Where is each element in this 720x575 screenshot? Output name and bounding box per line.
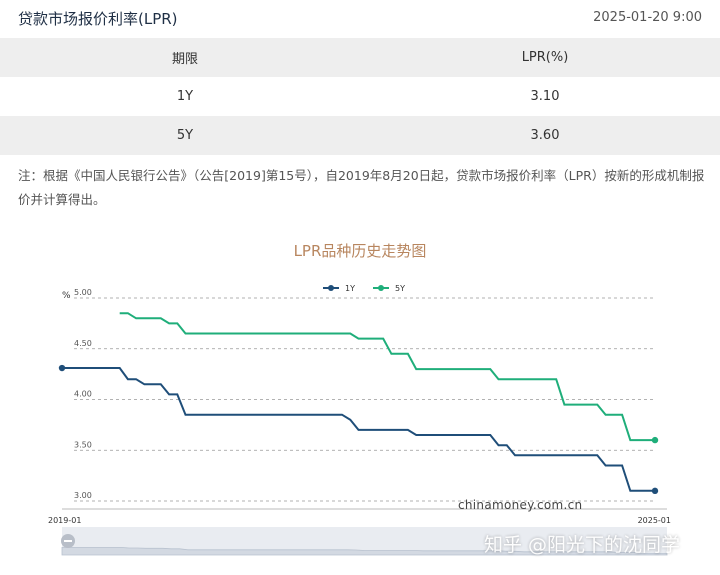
- legend-item-1y[interactable]: 1Y: [323, 284, 355, 293]
- x-axis-ticks: 2019-01 2025-01: [48, 516, 671, 525]
- series-endpoint-5y: [651, 436, 659, 444]
- table-row: 1Y 3.10: [0, 77, 720, 116]
- y-axis-label: %: [62, 291, 71, 301]
- series-endpoint-1y: [651, 487, 659, 495]
- y-tick-label: 3.00: [74, 491, 92, 500]
- column-header-lpr: LPR(%): [370, 38, 720, 77]
- chart-source-annotation: chinamoney.com.cn: [458, 498, 582, 512]
- y-tick-label: 3.50: [74, 440, 92, 449]
- footnote: 注：根据《中国人民银行公告》（公告[2019]第15号），自2019年8月20日…: [18, 168, 705, 207]
- legend-label: 5Y: [395, 284, 405, 293]
- series-startpoint-1y: [58, 364, 66, 372]
- table-cell-rate: 3.10: [530, 89, 560, 104]
- table-cell-term: 1Y: [176, 89, 194, 104]
- chart-grid: [62, 297, 667, 510]
- series-line-5y: [119, 312, 655, 442]
- lpr-history-chart: LPR品种历史走势图 1Y 5Y % 3.00 3.50 4.00 4.50 5.00 2…: [48, 242, 671, 556]
- table-cell-term: 5Y: [0, 116, 370, 155]
- column-header-term: 期限: [0, 38, 370, 77]
- x-tick-label: 2019-01: [48, 516, 81, 525]
- y-axis-ticks: 3.00 3.50 4.00 4.50 5.00: [74, 288, 92, 500]
- legend-label: 1Y: [345, 284, 355, 293]
- table-cell-rate: 3.60: [370, 116, 720, 155]
- navigator-handle-grip-icon: [64, 540, 72, 542]
- y-tick-label: 5.00: [74, 288, 92, 297]
- table-row: 5Y 3.60: [0, 116, 720, 155]
- y-tick-label: 4.00: [74, 390, 92, 399]
- y-tick-label: 4.50: [74, 339, 92, 348]
- chart-series: [58, 312, 659, 495]
- chart-legend[interactable]: 1Y 5Y: [323, 284, 405, 293]
- chart-title: LPR品种历史走势图: [294, 242, 427, 260]
- lpr-table: 期限 LPR(%) 1Y 3.10 5Y 3.60: [0, 38, 720, 155]
- watermark: 知乎 @阳光下的沈同学: [484, 534, 681, 556]
- page-title: 贷款市场报价利率(LPR): [18, 10, 178, 28]
- legend-marker: [328, 285, 334, 291]
- publish-datetime: 2025-01-20 9:00: [593, 10, 702, 25]
- x-tick-label: 2025-01: [638, 516, 671, 525]
- page-header: 贷款市场报价利率(LPR) 2025-01-20 9:00: [0, 0, 720, 36]
- series-line-1y: [62, 367, 655, 492]
- legend-item-5y[interactable]: 5Y: [373, 284, 405, 293]
- table-header-row: 期限 LPR(%): [0, 38, 720, 77]
- legend-marker: [378, 285, 384, 291]
